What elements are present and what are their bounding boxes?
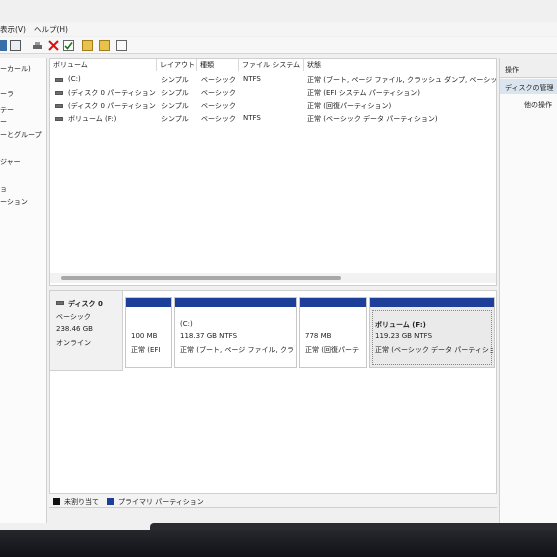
partition-size: 119.23 GB NTFS xyxy=(375,332,433,340)
nav-item-device-manager[interactable]: ジャー xyxy=(0,157,21,167)
partition-status: 正常 (EFI xyxy=(131,346,161,354)
volume-layout: シンプル xyxy=(161,76,189,84)
volume-type: ベーシック xyxy=(201,102,236,110)
volume-name: (ディスク 0 パーティション 4) xyxy=(68,102,156,110)
action-disk-management[interactable]: ディスクの管理 xyxy=(500,79,557,94)
column-volume[interactable]: ボリューム xyxy=(50,59,157,71)
disk-info[interactable]: ディスク 0 ベーシック 238.46 GB オンライン xyxy=(50,291,123,371)
open-folder-icon[interactable] xyxy=(82,40,93,51)
column-header-row: ボリューム レイアウト 種類 ファイル システム 状態 xyxy=(50,59,496,71)
actions-header: 操作 xyxy=(500,58,557,78)
volume-layout: シンプル xyxy=(161,115,189,123)
actions-pane: 操作 ディスクの管理 他の操作 xyxy=(499,58,557,523)
partition-name: (C:) xyxy=(180,320,193,328)
navigation-pane: ーカール) ーラ テー ー ーとグループ ジャー ョ ーション xyxy=(0,58,47,523)
partition-status: 正常 (ブート, ページ ファイル, クラッ xyxy=(180,346,295,354)
nav-item-scheduler[interactable]: ーラ xyxy=(0,89,14,99)
volume-type: ベーシック xyxy=(201,76,236,84)
legend-bar: 未割り当て プライマリ パーティション xyxy=(49,493,497,507)
partition-c[interactable]: (C:) 118.37 GB NTFS 正常 (ブート, ページ ファイル, ク… xyxy=(174,297,297,368)
check-icon[interactable] xyxy=(63,40,74,51)
partition-name: ボリューム (F:) xyxy=(375,321,426,329)
nav-item-storage[interactable]: ョ xyxy=(0,184,7,194)
partition-status: 正常 (ベーシック データ パーティショ xyxy=(375,346,493,354)
partition-status: 正常 (回復パーテ xyxy=(305,346,359,354)
disk-status: オンライン xyxy=(56,339,91,347)
volume-filesystem: NTFS xyxy=(243,114,261,122)
horizontal-scrollbar-thumb[interactable] xyxy=(61,276,341,280)
disk-size: 238.46 GB xyxy=(56,325,93,333)
disk-icon xyxy=(56,301,64,305)
connect-drive-icon[interactable] xyxy=(32,40,43,51)
nav-item-event-viewer[interactable]: テー xyxy=(0,105,14,115)
nav-item-local[interactable]: ーカール) xyxy=(0,64,31,74)
partition-size: 778 MB xyxy=(305,332,332,340)
partition-bar xyxy=(175,298,296,307)
unallocated-swatch xyxy=(53,498,60,505)
partition-bar xyxy=(126,298,171,307)
partition-bar xyxy=(370,298,494,307)
partition-efi[interactable]: 100 MB 正常 (EFI xyxy=(125,297,172,368)
column-status[interactable]: 状態 xyxy=(304,59,496,71)
menu-view[interactable]: 表示(V) xyxy=(0,22,34,36)
disk-management-window: 表示(V) ヘルプ(H) ーカール) ーラ テー ー ーとグループ ジャー ョ … xyxy=(0,0,557,530)
primary-swatch xyxy=(107,498,114,505)
volume-icon xyxy=(55,117,63,121)
partition-recovery[interactable]: 778 MB 正常 (回復パーテ xyxy=(299,297,367,368)
partition-size: 100 MB xyxy=(131,332,158,340)
column-layout[interactable]: レイアウト xyxy=(157,59,197,71)
legend-unallocated: 未割り当て xyxy=(64,498,99,506)
toolbar xyxy=(0,37,557,54)
volume-type: ベーシック xyxy=(201,89,236,97)
volume-name: (ディスク 0 パーティション 1) xyxy=(68,89,156,97)
partition-bar xyxy=(300,298,366,307)
delete-icon[interactable] xyxy=(48,40,59,51)
nav-item-shared-folders[interactable]: ー xyxy=(0,117,7,127)
volume-status: 正常 (回復パーティション) xyxy=(307,102,392,110)
partition-f[interactable]: ボリューム (F:) 119.23 GB NTFS 正常 (ベーシック データ … xyxy=(369,297,495,368)
volume-icon xyxy=(55,104,63,108)
volume-type: ベーシック xyxy=(201,115,236,123)
column-type[interactable]: 種類 xyxy=(197,59,239,71)
volume-filesystem: NTFS xyxy=(243,75,261,83)
monitor-bezel xyxy=(0,530,557,557)
column-filesystem[interactable]: ファイル システム xyxy=(239,59,304,71)
volume-icon xyxy=(55,91,63,95)
volume-status: 正常 (ベーシック データ パーティション) xyxy=(307,115,438,123)
volume-list: ボリューム レイアウト 種類 ファイル システム 状態 (C:) シンプル ベー… xyxy=(49,58,497,286)
nav-item-services-applications[interactable]: ーション xyxy=(0,197,28,207)
volume-name: ボリューム (F:) xyxy=(68,115,117,123)
console-icon[interactable] xyxy=(10,40,21,51)
action-other-operations[interactable]: 他の操作 xyxy=(524,100,552,110)
nav-item-users-groups[interactable]: ーとグループ xyxy=(0,130,42,140)
disk-graphical-view: ディスク 0 ベーシック 238.46 GB オンライン 100 MB 正常 (… xyxy=(49,290,497,508)
disk-title: ディスク 0 xyxy=(68,300,103,308)
disk-type: ベーシック xyxy=(56,313,91,321)
volume-status: 正常 (EFI システム パーティション) xyxy=(307,89,421,97)
partition-size: 118.37 GB NTFS xyxy=(180,332,238,340)
view-icon[interactable] xyxy=(116,40,127,51)
export-icon[interactable] xyxy=(99,40,110,51)
properties-icon[interactable] xyxy=(0,40,7,51)
legend-primary: プライマリ パーティション xyxy=(118,498,204,506)
volume-icon xyxy=(55,78,63,82)
volume-layout: シンプル xyxy=(161,89,189,97)
menu-bar: 表示(V) ヘルプ(H) xyxy=(0,22,557,36)
menu-help[interactable]: ヘルプ(H) xyxy=(34,22,76,36)
volume-name: (C:) xyxy=(68,75,81,83)
volume-status: 正常 (ブート, ページ ファイル, クラッシュ ダンプ, ベーシック デ xyxy=(307,76,496,84)
volume-layout: シンプル xyxy=(161,102,189,110)
